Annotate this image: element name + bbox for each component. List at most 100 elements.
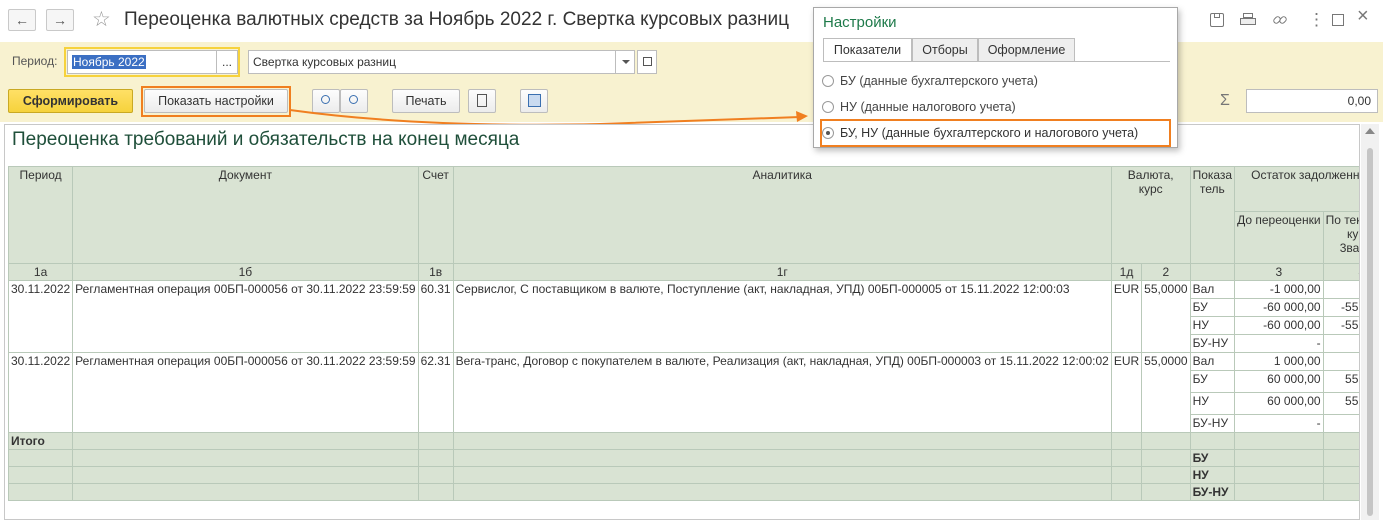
column-number: 1а: [7, 263, 74, 281]
cell-indicator: БУ: [1189, 370, 1236, 393]
cell-period: 30.11.2022: [7, 352, 74, 433]
cell-value: -: [1234, 414, 1324, 433]
cell-document: Регламентная операция 00БП-000056 от 30.…: [72, 280, 419, 353]
column-numbers-row: 1а1б1в1г1д23456789: [7, 263, 1359, 281]
tab-appearance[interactable]: Оформление: [978, 38, 1075, 62]
total-cell: [452, 483, 1112, 501]
column-number: 4: [1322, 263, 1359, 281]
cell-value: -1 000,00: [1234, 280, 1324, 299]
cell-account: 60.31: [417, 280, 454, 353]
scroll-up-icon[interactable]: [1365, 128, 1375, 134]
settings-popup: Настройки Показатели Отборы Оформление Б…: [813, 7, 1178, 148]
total-indicator: БУ-НУ: [1189, 483, 1236, 501]
total-cell: [7, 483, 74, 501]
total-cell: [452, 432, 1112, 450]
total-row: Итого: [7, 432, 1359, 450]
column-number: 2: [1141, 263, 1191, 281]
cell-period: 30.11.2022: [7, 280, 74, 353]
radio-icon: [822, 75, 834, 87]
total-cell: [1141, 432, 1191, 450]
report-area: Переоценка требований и обязательств на …: [4, 124, 1360, 520]
cell-value: -: [1322, 334, 1359, 353]
cell-indicator: БУ-НУ: [1189, 414, 1236, 433]
report-title: Переоценка требований и обязательств на …: [12, 129, 520, 150]
header-currency: Валюта, курс: [1110, 166, 1191, 264]
header-document: Документ: [72, 166, 419, 264]
tab-indicators[interactable]: Показатели: [823, 38, 912, 62]
cell-value: 55 000,00: [1322, 370, 1359, 393]
total-row: БУ-НУ5 000,00-5 000,00--: [7, 483, 1359, 501]
total-cell: [452, 466, 1112, 484]
cell-indicator: Вал: [1189, 352, 1236, 371]
total-indicator: НУ: [1189, 466, 1236, 484]
total-cell: [1110, 466, 1143, 484]
table-row: 30.11.2022 Регламентная операция 00БП-000…: [7, 352, 1359, 433]
cell-value: -60 000,00: [1234, 316, 1324, 335]
cell-analytics: Сервислог, С поставщиком в валюте, Посту…: [452, 280, 1112, 353]
cell-value: 60 000,00: [1234, 370, 1324, 393]
total-cell: [1110, 432, 1143, 450]
column-number: 1д: [1110, 263, 1143, 281]
cell-value: 60 000,00: [1234, 392, 1324, 415]
cell-indicator: БУ: [1189, 298, 1236, 317]
cell-value: 55 000,00: [1322, 392, 1359, 415]
option-nu[interactable]: НУ (данные налогового учета): [822, 96, 1016, 118]
cell-value: -55 000,00: [1322, 298, 1359, 317]
total-cell: [1141, 449, 1191, 467]
cell-value: -: [1322, 414, 1359, 433]
total-cell: [1110, 483, 1143, 501]
cell-indicator: Вал: [1189, 280, 1236, 299]
cell-document: Регламентная операция 00БП-000056 от 30.…: [72, 352, 419, 433]
cell-rate: 55,0000: [1141, 352, 1191, 433]
total-cell: [7, 449, 74, 467]
total-cell: [417, 432, 454, 450]
option-bu-label: БУ (данные бухгалтерского учета): [840, 74, 1038, 88]
header-analytics: Аналитика: [452, 166, 1112, 264]
total-value: [1234, 483, 1324, 501]
header-balance: Остаток задолженности: [1234, 166, 1359, 212]
radio-selected-icon: [822, 127, 834, 139]
cell-currency: EUR: [1110, 352, 1143, 433]
tab-filters[interactable]: Отборы: [912, 38, 978, 62]
total-value: [1322, 449, 1359, 467]
cell-rate: 55,0000: [1141, 280, 1191, 353]
cell-indicator: БУ-НУ: [1189, 334, 1236, 353]
total-cell: [1189, 432, 1236, 450]
cell-value: [1322, 352, 1359, 371]
total-indicator: БУ: [1189, 449, 1236, 467]
total-cell: [417, 466, 454, 484]
total-cell: [452, 449, 1112, 467]
cell-account: 62.31: [417, 352, 454, 433]
total-row: НУ-5 000,005 000,00-: [7, 466, 1359, 484]
total-cell: [1110, 449, 1143, 467]
column-number: 1в: [417, 263, 454, 281]
column-number: 1г: [452, 263, 1112, 281]
settings-title: Настройки: [823, 14, 897, 31]
scrollbar[interactable]: [1361, 124, 1379, 520]
total-cell: [417, 483, 454, 501]
cell-analytics: Вега-транс, Договор с покупателем в валю…: [452, 352, 1112, 433]
table-row: 30.11.2022 Регламентная операция 00БП-000…: [7, 280, 1359, 353]
option-bu[interactable]: БУ (данные бухгалтерского учета): [822, 70, 1038, 92]
total-cell: [72, 466, 419, 484]
column-number: 3: [1234, 263, 1324, 281]
option-bu-nu-label: БУ, НУ (данные бухгалтерского и налогово…: [840, 126, 1139, 140]
option-nu-label: НУ (данные налогового учета): [840, 100, 1016, 114]
header-period: Период: [7, 166, 74, 264]
total-cell: [72, 432, 419, 450]
header-before: До переоценки: [1234, 211, 1324, 264]
option-bu-nu[interactable]: БУ, НУ (данные бухгалтерского и налогово…: [822, 122, 1138, 144]
header-indicator: Показа тель: [1189, 166, 1236, 264]
total-cell: [7, 466, 74, 484]
table-header-row: Период Документ Счет Аналитика Валюта, курс По…: [7, 166, 1359, 264]
header-current: По текущемукурсу3вал * 2: [1322, 211, 1359, 264]
total-row: БУ5 000,00-5 000,00-: [7, 449, 1359, 467]
tab-divider: [823, 61, 1170, 62]
total-cell: [417, 449, 454, 467]
scroll-thumb[interactable]: [1367, 148, 1373, 516]
total-value: [1322, 483, 1359, 501]
cell-value: -60 000,00: [1234, 298, 1324, 317]
header-account: Счет: [417, 166, 454, 264]
column-number: 1б: [72, 263, 419, 281]
total-cell: [1141, 483, 1191, 501]
